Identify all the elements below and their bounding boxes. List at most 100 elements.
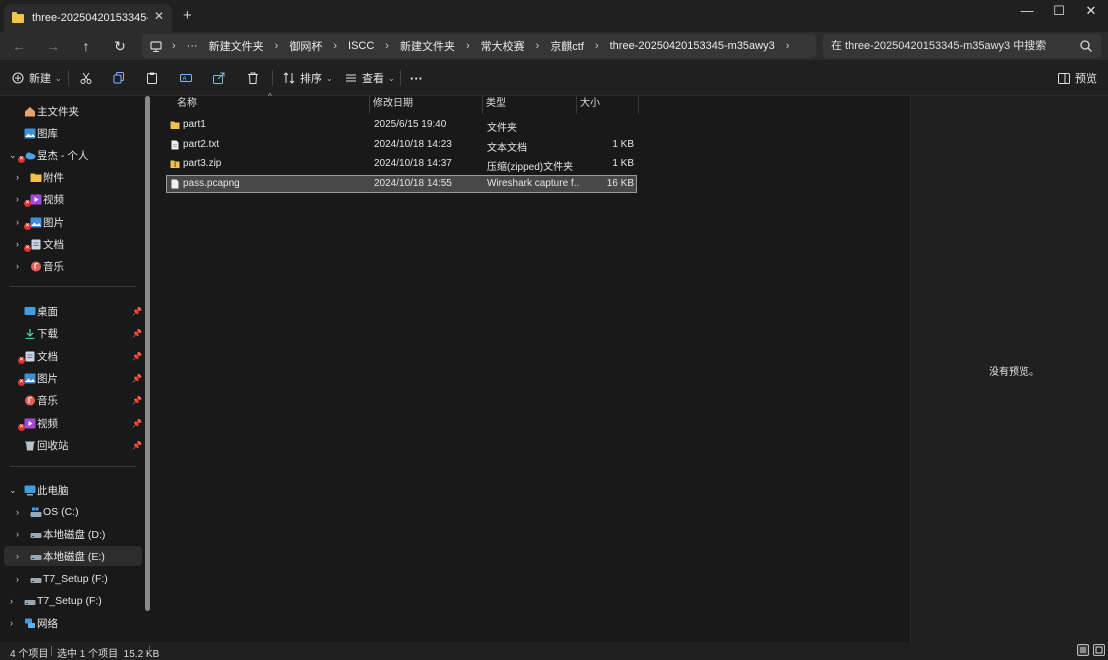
tiles-view-button[interactable] [1093,644,1105,656]
chevron-right-icon[interactable]: › [16,239,19,249]
breadcrumb-item[interactable]: 御网杯 [289,38,322,54]
sidebar-item-onedrive[interactable]: ⌄ ✕ 昱杰 - 个人 [0,145,140,165]
chevron-right-icon[interactable]: › [10,618,13,628]
sidebar-scrollbar[interactable] [145,96,150,611]
column-divider[interactable] [638,96,639,114]
pin-icon[interactable]: 📌 [132,396,142,405]
chevron-right-icon[interactable]: › [16,574,19,584]
sidebar-item-pictures[interactable]: › ✕ 图片 [0,212,140,232]
new-tab-button[interactable]: + [183,8,192,24]
chevron-right-icon[interactable]: › [16,529,19,539]
sidebar-item-drive-e[interactable]: › 本地磁盘 (E:) [4,546,142,566]
quick-access-music[interactable]: 音乐 📌 [0,390,142,410]
breadcrumb-item[interactable]: 新建文件夹 [400,38,455,54]
column-header-name[interactable]: 名称 [177,96,197,114]
search-input[interactable] [831,40,1071,52]
file-icon [171,179,179,189]
minimize-button[interactable]: — [1017,3,1037,19]
pin-icon[interactable]: 📌 [132,374,142,383]
delete-button[interactable] [247,68,264,88]
cut-button[interactable] [80,68,97,88]
chevron-right-icon[interactable]: › [16,194,19,204]
sync-error-icon: ✕ [24,223,31,230]
file-row[interactable]: part1 2025/6/15 19:40 文件夹 [166,116,637,134]
breadcrumb-overflow-icon[interactable]: ··· [187,40,198,52]
up-button[interactable]: ↑ [76,36,96,56]
column-header-size[interactable]: 大小 [580,96,600,114]
pin-icon[interactable]: 📌 [132,419,142,428]
breadcrumb-item[interactable]: ISCC [348,40,374,52]
sidebar-item-attachments[interactable]: › 附件 [0,167,140,187]
quick-access-documents[interactable]: ✕ 文档 📌 [0,346,142,366]
sidebar-item-documents[interactable]: › ✕ 文档 [0,234,140,254]
sort-button[interactable]: 排序 ⌄ [283,68,333,88]
back-button[interactable]: ← [9,36,29,56]
sidebar-item-drive-c[interactable]: › OS (C:) [0,502,140,522]
paste-icon [147,72,157,84]
sidebar-item-drive-d[interactable]: › 本地磁盘 (D:) [0,524,140,544]
search-icon[interactable] [1079,39,1093,53]
refresh-button[interactable]: ↻ [110,36,130,56]
column-header-modified[interactable]: 修改日期 [373,96,413,114]
column-divider[interactable] [369,96,370,114]
chevron-down-icon[interactable]: ⌄ [9,150,17,161]
forward-button[interactable]: → [43,36,63,56]
sidebar-item-home[interactable]: 主文件夹 [0,101,140,121]
search-box[interactable] [823,34,1101,58]
tab-current-folder[interactable]: three-20250420153345-m35av ✕ [4,4,172,32]
copy-button[interactable] [113,68,130,88]
share-button[interactable] [213,68,230,88]
new-button[interactable]: 新建 ⌄ [12,68,62,88]
chevron-right-icon[interactable]: › [16,217,19,227]
preview-pane-label: 预览 [1075,73,1097,85]
address-bar[interactable]: › ··· 新建文件夹 › 御网杯 › ISCC › 新建文件夹 › 常大校赛 … [142,34,816,58]
preview-pane-button[interactable]: 预览 [1058,68,1097,88]
drive-icon [24,599,36,605]
details-view-button[interactable] [1077,644,1089,656]
chevron-down-icon[interactable]: ⌄ [9,485,17,496]
chevron-right-icon[interactable]: › [10,596,13,606]
this-pc-icon [24,485,36,495]
maximize-button[interactable]: ☐ [1049,3,1069,19]
file-name: part2.txt [183,139,220,150]
close-window-button[interactable]: ✕ [1081,3,1101,19]
chevron-right-icon[interactable]: › [16,507,19,517]
pin-icon[interactable]: 📌 [132,307,142,316]
chevron-right-icon[interactable]: › [16,172,19,182]
file-row-selected[interactable]: pass.pcapng 2024/10/18 14:55 Wireshark c… [166,175,637,193]
quick-access-videos[interactable]: ✕ 视频 📌 [0,413,142,433]
breadcrumb-item-current[interactable]: three-20250420153345-m35awy3 [610,40,775,52]
pin-icon[interactable]: 📌 [132,441,142,450]
sidebar-item-drive-f[interactable]: › T7_Setup (F:) [0,569,140,589]
quick-access-desktop[interactable]: 桌面 📌 [0,301,142,321]
sidebar-item-network[interactable]: › 网络 [0,613,140,633]
quick-access-downloads[interactable]: 下载 📌 [0,323,142,343]
breadcrumb-item[interactable]: 新建文件夹 [209,38,264,54]
sidebar-item-music[interactable]: › 音乐 [0,256,140,276]
sidebar-item-t7-setup[interactable]: › T7_Setup (F:) [0,591,140,611]
pin-icon[interactable]: 📌 [132,329,142,338]
paste-button[interactable] [146,68,163,88]
sidebar-item-gallery[interactable]: 图库 [0,123,140,143]
close-tab-button[interactable]: ✕ [154,9,164,23]
file-row[interactable]: part2.txt 2024/10/18 14:23 文本文档 1 KB [166,136,637,154]
sidebar-item-videos[interactable]: › ✕ 视频 [0,189,140,209]
pin-icon[interactable]: 📌 [132,352,142,361]
breadcrumb-item[interactable]: 常大校赛 [481,38,525,54]
more-options-button[interactable]: ··· [410,68,423,88]
column-header-type[interactable]: 类型 [486,96,506,114]
sidebar-item-this-pc[interactable]: ⌄ 此电脑 [0,480,140,500]
title-bar: three-20250420153345-m35av ✕ + — ☐ ✕ [0,0,1108,32]
chevron-right-icon[interactable]: › [786,40,790,52]
file-row[interactable]: part3.zip 2024/10/18 14:37 压缩(zipped)文件夹… [166,155,637,173]
column-divider[interactable] [482,96,483,114]
quick-access-pictures[interactable]: ✕ 图片 📌 [0,368,142,388]
quick-access-recycle-bin[interactable]: 回收站 📌 [0,435,142,455]
rename-button[interactable]: A [180,68,197,88]
breadcrumb-item[interactable]: 京麒ctf [550,38,584,54]
chevron-right-icon[interactable]: › [16,551,19,561]
view-button[interactable]: 查看 ⌄ [345,68,395,88]
column-divider[interactable] [576,96,577,114]
chevron-right-icon[interactable]: › [16,261,19,271]
navigation-pane: 主文件夹 图库 ⌄ ✕ 昱杰 - 个人 › 附件 › ✕ 视频 › ✕ 图片 ›… [0,96,154,642]
